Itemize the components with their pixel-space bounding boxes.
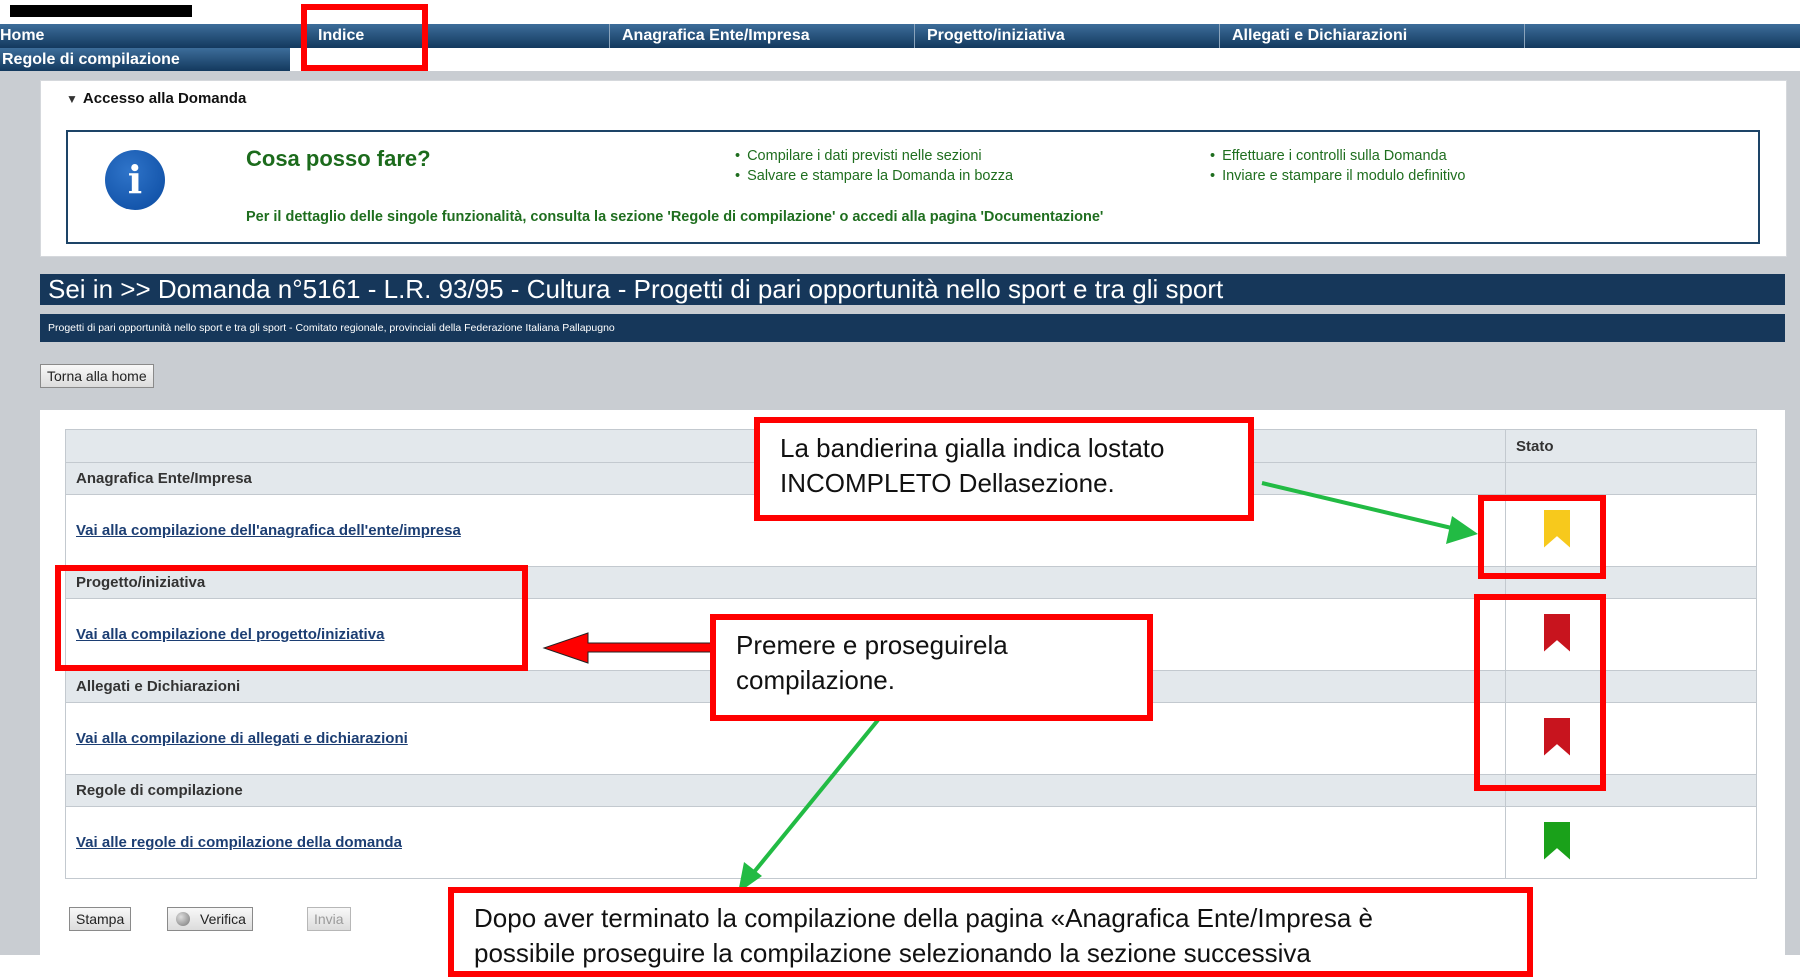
- callout-yellow-flag: La bandierina gialla indica lostato INCO…: [754, 417, 1254, 521]
- callout-text: INCOMPLETO Dellasezione.: [780, 468, 1115, 498]
- callout-after: Dopo aver terminato la compilazione dell…: [448, 887, 1533, 977]
- callout-text: La bandierina gialla indica lostato: [780, 433, 1165, 463]
- callout-text: possibile proseguire la compilazione sel…: [474, 938, 1311, 968]
- callout-press: Premere e proseguirela compilazione.: [710, 614, 1153, 721]
- green-arrow-line: [1261, 481, 1461, 532]
- green-arrow-line: [748, 718, 880, 879]
- callout-text: Dopo aver terminato la compilazione dell…: [474, 903, 1373, 933]
- callout-text: Premere e proseguirela: [736, 630, 1008, 660]
- red-arrow-icon: [542, 632, 713, 664]
- callout-text: compilazione.: [736, 665, 895, 695]
- green-arrow-head: [1446, 516, 1478, 544]
